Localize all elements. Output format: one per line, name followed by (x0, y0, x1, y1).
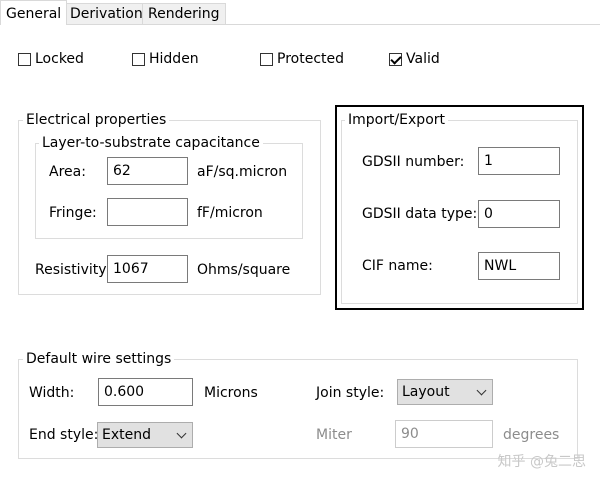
gds-number-input[interactable]: 1 (478, 147, 560, 175)
resistivity-unit: Ohms/square (197, 262, 291, 278)
checkbox-box[interactable] (132, 52, 145, 66)
miter-label: Miter (316, 427, 352, 443)
miter-unit: degrees (503, 427, 560, 443)
tab-rendering[interactable]: Rendering (142, 3, 226, 24)
tab-general[interactable]: General (0, 0, 68, 25)
valid-checkbox[interactable]: Valid (389, 50, 440, 68)
miter-input[interactable]: 90 (395, 420, 493, 448)
hidden-checkbox[interactable]: Hidden (132, 50, 199, 68)
cif-name-label: CIF name: (362, 258, 433, 274)
gds-number-label: GDSII number: (362, 154, 465, 170)
width-input[interactable]: 0.600 (98, 378, 193, 406)
valid-label: Valid (406, 51, 440, 67)
chevron-down-icon (476, 385, 487, 396)
tab-derivation[interactable]: Derivation (64, 3, 149, 24)
area-label: Area: (49, 164, 86, 180)
resistivity-label: Resistivity (35, 262, 107, 278)
end-style-dropdown[interactable]: Extend (97, 422, 193, 448)
cif-name-input[interactable]: NWL (478, 252, 560, 280)
import-export-title: Import/Export (345, 111, 449, 129)
area-input[interactable]: 62 (107, 157, 188, 185)
locked-checkbox[interactable]: Locked (18, 50, 84, 68)
wire-settings-title: Default wire settings (23, 350, 175, 368)
checkbox-box[interactable] (389, 52, 402, 66)
join-style-dropdown[interactable]: Layout (397, 379, 493, 405)
fringe-label: Fringe: (49, 205, 97, 221)
join-style-value: Layout (402, 384, 450, 400)
check-mark-icon (390, 52, 402, 65)
width-label: Width: (29, 385, 75, 401)
end-style-value: Extend (102, 427, 151, 443)
width-unit: Microns (204, 385, 258, 401)
gds-data-type-input[interactable]: 0 (478, 200, 560, 228)
protected-checkbox[interactable]: Protected (260, 50, 344, 68)
capacitance-title: Layer-to-substrate capacitance (39, 134, 263, 152)
protected-label: Protected (277, 51, 344, 67)
locked-label: Locked (35, 51, 84, 67)
end-style-label: End style: (29, 427, 99, 443)
gds-data-type-label: GDSII data type: (362, 206, 478, 222)
fringe-unit: fF/micron (197, 205, 263, 221)
fringe-input[interactable] (107, 198, 188, 226)
resistivity-input[interactable]: 1067 (107, 255, 188, 283)
area-unit: aF/sq.micron (197, 164, 288, 180)
hidden-label: Hidden (149, 51, 199, 67)
electrical-properties-title: Electrical properties (23, 111, 170, 129)
checkbox-box[interactable] (18, 52, 31, 66)
watermark-text: 知乎 @兔二思 (497, 454, 586, 470)
checkbox-box[interactable] (260, 52, 273, 66)
chevron-down-icon (176, 428, 187, 439)
join-style-label: Join style: (316, 385, 385, 401)
